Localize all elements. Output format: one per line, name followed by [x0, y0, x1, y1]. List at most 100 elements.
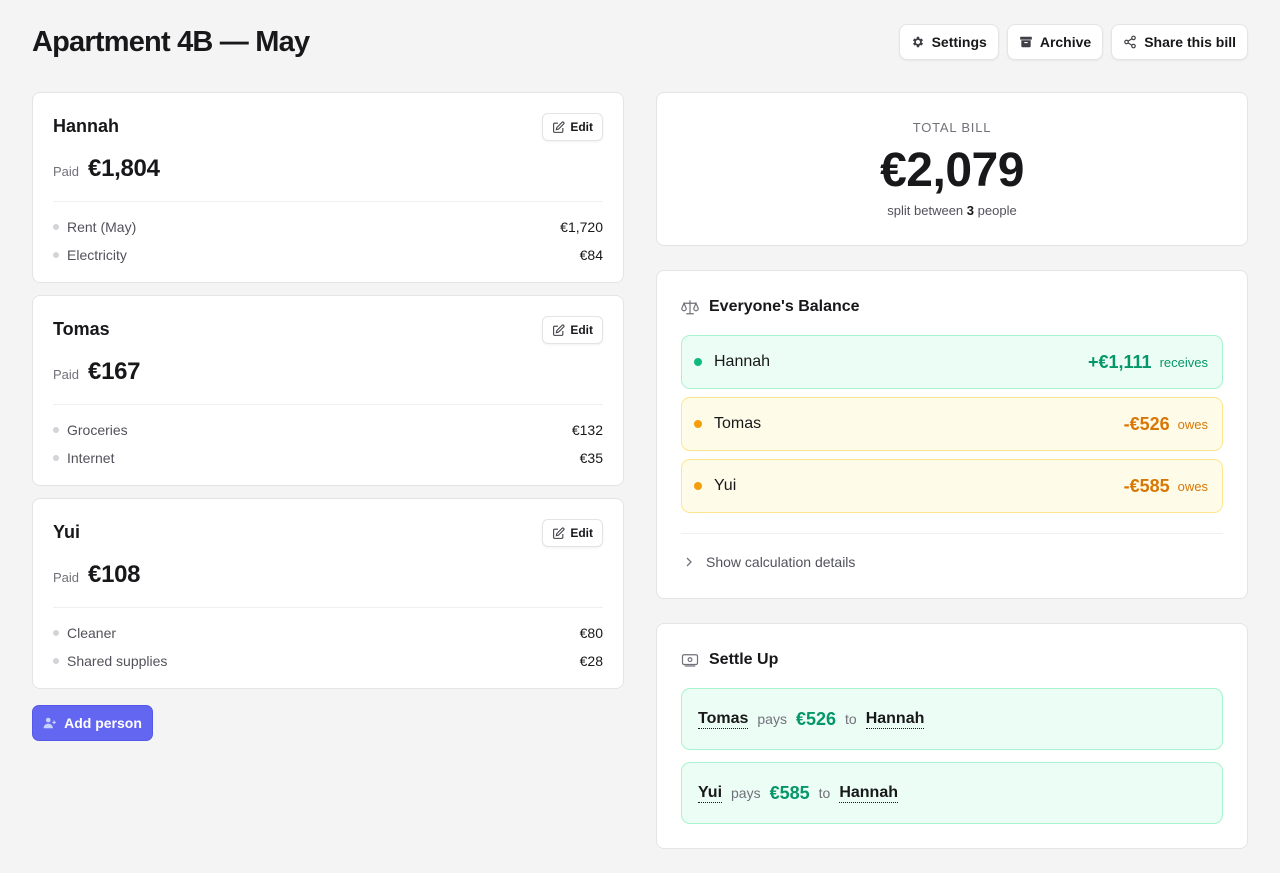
status-dot-icon: [694, 358, 702, 366]
payee-name[interactable]: Hannah: [839, 784, 898, 803]
settlement-row: Yui pays €585 to Hannah: [681, 762, 1223, 824]
people-count: 3: [966, 203, 975, 218]
person-card-yui: Yui Edit Paid €108 Cleaner €80 Shared su…: [32, 498, 624, 689]
share-label: Share this bill: [1144, 34, 1236, 50]
edit-person-button[interactable]: Edit: [542, 519, 603, 547]
paid-amount: €1,804: [88, 155, 160, 182]
add-person-button[interactable]: Add person: [32, 705, 153, 741]
paid-amount: €167: [88, 358, 141, 385]
pays-word: pays: [757, 711, 787, 727]
person-name: Tomas: [53, 319, 110, 339]
to-word: to: [818, 785, 831, 801]
expense-amount: €80: [579, 625, 603, 641]
paid-label: Paid: [53, 570, 80, 585]
calculation-details-toggle[interactable]: Show calculation details: [683, 554, 855, 570]
payer-name[interactable]: Yui: [698, 784, 723, 803]
paid-row: Paid €167: [53, 358, 141, 386]
payee-name[interactable]: Hannah: [865, 710, 925, 729]
settle-up-card: Settle Up Tomas pays €526 to Hannah Yui …: [656, 623, 1248, 849]
balance-heading: Everyone's Balance: [681, 298, 860, 316]
balance-amount: -€526: [1123, 413, 1170, 434]
expense-label: Shared supplies: [67, 653, 168, 669]
settlement-amount: €585: [769, 782, 810, 803]
balance-row: Hannah +€1,111 receives: [681, 335, 1223, 389]
expense-amount: €1,720: [560, 219, 603, 235]
balance-name: Hannah: [714, 353, 771, 370]
person-name: Yui: [53, 522, 81, 542]
balance-card: Everyone's Balance Hannah +€1,111 receiv…: [656, 270, 1248, 599]
scale-icon: [681, 300, 699, 315]
total-amount: €2,079: [880, 144, 1024, 197]
total-bill-card: TOTAL BILL €2,079 split between 3 people: [656, 92, 1248, 246]
details-label: Show calculation details: [706, 554, 856, 570]
paid-row: Paid €108: [53, 561, 141, 589]
settle-title: Settle Up: [709, 651, 779, 668]
balance-title: Everyone's Balance: [709, 298, 860, 315]
paid-label: Paid: [53, 164, 80, 179]
chevron-right-icon: [686, 557, 692, 567]
edit-person-button[interactable]: Edit: [542, 113, 603, 141]
paid-label: Paid: [53, 367, 80, 382]
expense-list: Rent (May) €1,720 Electricity €84: [53, 213, 603, 269]
balance-status: receives: [1159, 354, 1208, 370]
total-label: TOTAL BILL: [912, 120, 992, 135]
archive-box-icon: [1019, 36, 1032, 48]
paid-amount: €108: [88, 561, 141, 588]
expense-item[interactable]: Groceries €132: [53, 416, 603, 444]
person-card-tomas: Tomas Edit Paid €167 Groceries €132 Inte…: [32, 295, 624, 486]
expense-label: Electricity: [67, 247, 127, 263]
pencil-square-icon: [553, 120, 565, 133]
expense-item[interactable]: Internet €35: [53, 444, 603, 472]
expense-list: Groceries €132 Internet €35: [53, 416, 603, 472]
user-plus-icon: [43, 717, 56, 729]
balance-status: owes: [1177, 416, 1208, 432]
expense-list: Cleaner €80 Shared supplies €28: [53, 619, 603, 675]
expense-item[interactable]: Cleaner €80: [53, 619, 603, 647]
balance-status: owes: [1177, 478, 1208, 494]
top-actions: Settings Archive Share this bill: [898, 24, 1248, 60]
settlement-amount: €526: [795, 708, 837, 729]
paid-row: Paid €1,804: [53, 155, 160, 183]
edit-label: Edit: [570, 323, 593, 337]
edit-person-button[interactable]: Edit: [542, 316, 603, 344]
to-word: to: [845, 711, 857, 727]
pencil-square-icon: [553, 526, 565, 539]
balance-name: Tomas: [714, 415, 762, 432]
balance-row: Yui -€585 owes: [681, 459, 1223, 513]
archive-button[interactable]: Archive: [1006, 24, 1104, 60]
split-summary: split between 3 people: [657, 203, 1247, 218]
share-icon: [1124, 35, 1137, 49]
expense-label: Rent (May): [67, 219, 137, 235]
bullet-icon: [53, 455, 59, 461]
divider: [53, 404, 603, 405]
settings-button[interactable]: Settings: [898, 24, 999, 60]
expense-item[interactable]: Rent (May) €1,720: [53, 213, 603, 241]
expense-amount: €84: [579, 247, 603, 263]
expense-item[interactable]: Shared supplies €28: [53, 647, 603, 675]
expense-amount: €132: [571, 422, 603, 438]
settle-heading: Settle Up: [681, 651, 778, 669]
settlement-row: Tomas pays €526 to Hannah: [681, 688, 1223, 750]
bullet-icon: [53, 427, 59, 433]
archive-label: Archive: [1039, 34, 1092, 50]
split-suffix: people: [977, 203, 1017, 218]
page-title: Apartment 4B — May: [32, 26, 310, 58]
balance-amount: -€585: [1123, 475, 1170, 496]
payer-name[interactable]: Tomas: [698, 710, 749, 729]
person-card-hannah: Hannah Edit Paid €1,804 Rent (May) €1,72…: [32, 92, 624, 283]
status-dot-icon: [694, 420, 702, 428]
expense-item[interactable]: Electricity €84: [53, 241, 603, 269]
expense-label: Cleaner: [67, 625, 117, 641]
banknote-icon: [681, 654, 699, 667]
bullet-icon: [53, 252, 59, 258]
expense-label: Internet: [67, 450, 115, 466]
share-button[interactable]: Share this bill: [1111, 24, 1248, 60]
divider: [53, 607, 603, 608]
edit-label: Edit: [570, 120, 593, 134]
bullet-icon: [53, 630, 59, 636]
expense-label: Groceries: [67, 422, 128, 438]
balance-name: Yui: [714, 477, 737, 494]
expense-amount: €35: [579, 450, 603, 466]
gear-icon: [912, 36, 923, 48]
status-dot-icon: [694, 482, 702, 490]
